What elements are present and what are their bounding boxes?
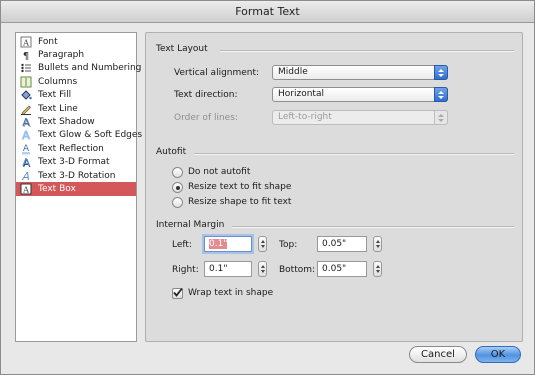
sidebar-item-label: Text Line [38,103,78,114]
svg-text:A: A [22,116,30,128]
sidebar-item-label: Bullets and Numbering [38,63,142,74]
popup-arrows-icon [434,65,448,80]
right-margin-stepper[interactable] [258,261,267,277]
svg-text:A: A [21,170,32,182]
checkmark-icon [173,287,183,297]
3d-format-a-icon: AA [19,156,33,168]
autofit-option-label: Resize text to fit shape [188,182,292,192]
autofit-option-label: Resize shape to fit text [188,197,292,207]
reflection-a-icon: A [19,143,33,155]
right-margin-input[interactable]: 0.1" [204,261,252,277]
sidebar-item-label: Columns [38,76,78,87]
vertical-alignment-value: Middle [278,67,308,77]
sidebar-item-label: Font [38,36,58,47]
section-title-text-layout: Text Layout [156,44,208,54]
wrap-text-label: Wrap text in shape [188,288,274,298]
top-margin-input[interactable]: 0.05" [317,236,367,252]
left-margin-stepper[interactable] [258,236,267,252]
sidebar-item-text-fill[interactable]: Text Fill [16,89,136,102]
section-divider [194,153,514,154]
paragraph-icon: ¶ [19,49,33,61]
section-divider [220,50,514,51]
top-margin-label: Top: [279,240,298,250]
sidebar-item-label: Paragraph [38,50,85,61]
svg-text:A: A [22,38,29,47]
text-direction-select[interactable]: Horizontal [272,87,448,102]
left-margin-value: 0.1" [209,239,228,249]
sidebar-item-font[interactable]: A Font [16,35,136,48]
section-title-autofit: Autofit [156,147,187,157]
sidebar-item-label: Text 3-D Format [38,157,110,168]
right-margin-label: Right: [172,265,199,275]
popup-arrows-icon [434,110,448,125]
glow-a-icon: A [19,129,33,141]
section-divider [232,226,514,227]
right-margin-value: 0.1" [209,264,228,274]
settings-panel: Text Layout Vertical alignment: Middle T… [145,32,523,342]
section-title-internal-margin: Internal Margin [156,220,225,230]
window-title: Format Text [1,1,534,23]
columns-icon [19,76,33,88]
sidebar-item-text-line[interactable]: Text Line [16,102,136,115]
bottom-margin-input[interactable]: 0.05" [317,261,367,277]
autofit-option-label: Do not autofit [188,167,251,177]
bullets-icon [19,62,33,74]
svg-text:A: A [22,186,29,195]
sidebar-item-text-shadow[interactable]: AA Text Shadow [16,115,136,128]
left-margin-label: Left: [172,240,192,250]
wrap-text-checkbox[interactable] [172,287,183,299]
vertical-alignment-select[interactable]: Middle [272,65,448,80]
3d-rotation-a-icon: A [19,170,33,182]
shadow-a-icon: AA [19,116,33,128]
sidebar-item-text-box[interactable]: A Text Box [16,182,136,196]
svg-text:¶: ¶ [23,51,29,61]
popup-arrows-icon [434,87,448,102]
sidebar-item-paragraph[interactable]: ¶ Paragraph [16,48,136,61]
bottom-margin-label: Bottom: [279,265,316,275]
category-list[interactable]: A Font ¶ Paragraph Bullets and Numbering… [15,32,142,342]
ok-button[interactable]: OK [475,346,521,363]
sidebar-item-text-glow[interactable]: A Text Glow & Soft Edges [16,129,142,142]
sidebar-item-bullets[interactable]: Bullets and Numbering [16,62,141,75]
sidebar-item-text-reflection[interactable]: A Text Reflection [16,142,136,155]
pen-line-icon [19,103,33,115]
svg-text:A: A [22,156,30,168]
bottom-margin-value: 0.05" [322,264,347,274]
sidebar-item-label: Text Box [38,184,76,195]
sidebar-item-columns[interactable]: Columns [16,75,136,88]
cancel-button[interactable]: Cancel [409,346,467,363]
order-of-lines-select: Left-to-right [272,110,448,125]
vertical-alignment-label: Vertical alignment: [174,68,260,78]
bottom-margin-stepper[interactable] [373,261,382,277]
sidebar-item-label: Text Glow & Soft Edges [38,130,143,141]
text-direction-value: Horizontal [278,89,324,99]
autofit-radio-none[interactable] [172,167,183,178]
sidebar-item-label: Text Fill [38,90,72,101]
fill-bucket-icon [19,89,33,101]
text-direction-label: Text direction: [174,90,238,100]
sidebar-item-label: Text 3-D Rotation [38,170,116,181]
autofit-radio-resize-shape[interactable] [172,197,183,208]
svg-text:A: A [22,129,30,141]
format-text-dialog: Format Text A Font ¶ Paragraph Bullets a… [0,0,535,375]
font-icon: A [19,36,33,48]
text-box-icon: A [19,183,33,195]
sidebar-item-label: Text Shadow [38,117,95,128]
order-of-lines-value: Left-to-right [278,112,332,122]
top-margin-value: 0.05" [322,239,347,249]
sidebar-item-label: Text Reflection [38,143,104,154]
autofit-radio-resize-text[interactable] [172,182,183,193]
order-of-lines-label: Order of lines: [174,113,238,123]
left-margin-input[interactable]: 0.1" [204,236,252,252]
sidebar-item-text-3d-rotation[interactable]: A Text 3-D Rotation [16,169,136,182]
top-margin-stepper[interactable] [373,236,382,252]
sidebar-item-text-3d-format[interactable]: AA Text 3-D Format [16,156,136,169]
